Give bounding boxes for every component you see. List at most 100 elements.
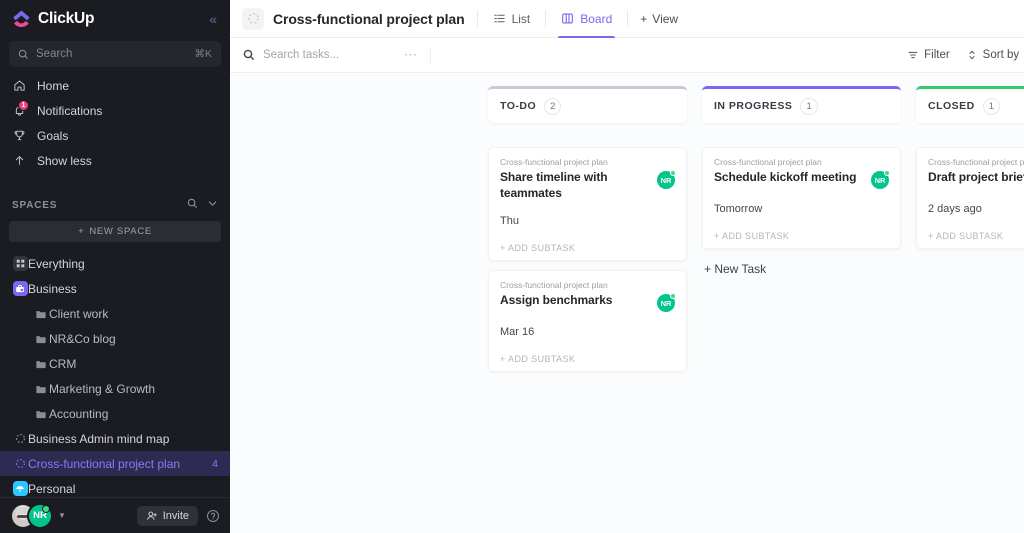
task-assignee-avatar[interactable]: NR [657,294,675,312]
sidebar-search-input[interactable]: Search ⌘K [9,41,221,67]
add-subtask-button[interactable]: + ADD SUBTASK [500,243,675,253]
sidebar-item-show-less[interactable]: Show less [0,148,230,173]
folder-icon [33,308,49,320]
board-view-icon [561,12,574,25]
new-task-button[interactable]: + New Task [702,258,901,280]
column-header[interactable]: CLOSED1 [916,86,1024,123]
sidebar-item-home[interactable]: Home [0,73,230,98]
column-header[interactable]: TO-DO2 [488,86,687,123]
add-view-button[interactable]: + View [640,12,678,26]
column-header[interactable]: IN PROGRESS1 [702,86,901,123]
sidebar-header: ClickUp « [0,0,230,38]
sidebar-item-label: Show less [37,154,92,168]
task-card[interactable]: Cross-functional project planDraft proje… [916,147,1024,249]
divider [430,47,431,64]
column-count: 1 [983,98,1000,115]
search-options-ellipsis-icon[interactable]: ⋯ [404,47,418,63]
board-columns: TO-DO2 Cross-functional project plan Share… [230,73,1024,533]
add-subtask-button[interactable]: + ADD SUBTASK [714,231,889,241]
online-status-dot [42,505,50,513]
filter-label: Filter [924,49,950,61]
avatar: NR [27,503,53,529]
spaces-search-icon[interactable] [187,196,198,214]
task-assignee-avatar[interactable]: NR [871,171,889,189]
loading-spinner-icon [242,8,264,30]
sidebar-search-placeholder: Search [36,48,187,60]
sidebar-item-label: Cross-functional project plan [28,457,180,471]
sidebar-item-label: NR&Co blog [49,332,116,346]
add-subtask-button[interactable]: + ADD SUBTASK [500,354,675,364]
sidebar-item-cross-functional-project-plan[interactable]: Cross-functional project plan4 [0,451,230,476]
board-column: TO-DO2 Cross-functional project plan Share… [488,86,687,533]
task-title: Assign benchmarks [500,293,651,309]
folder-icon [33,333,49,345]
sidebar: ClickUp « Search ⌘K Home 1 [0,0,230,533]
online-status-dot [884,170,890,176]
board-column: CLOSED1 Cross-functional project planDraf… [916,86,1024,533]
online-status-dot [670,293,676,299]
arrow-up-icon [12,154,27,167]
umbrella-icon [12,481,28,496]
page-title: Cross-functional project plan [273,11,465,27]
sidebar-item-notifications[interactable]: 1 Notifications [0,98,230,123]
divider [477,10,478,27]
sidebar-item-label: CRM [49,357,76,371]
add-subtask-button[interactable]: + ADD SUBTASK [928,231,1024,241]
sidebar-item-marketing-growth[interactable]: Marketing & Growth [0,376,230,401]
divider [627,10,628,27]
task-assignee-avatar[interactable]: NR [657,171,675,189]
sidebar-item-label: Personal [28,482,75,496]
sort-by-label: Sort by [983,49,1019,61]
sort-icon [966,49,978,61]
task-card[interactable]: Cross-functional project planAssign benc… [488,270,687,372]
tab-board[interactable]: Board [558,0,615,38]
column-count: 2 [544,98,561,115]
sidebar-item-client-work[interactable]: Client work [0,301,230,326]
account-chevron-down-icon[interactable]: ▼ [58,511,66,520]
task-breadcrumb: Cross-functional project plan [714,157,889,167]
task-card[interactable]: Cross-functional project plan Schedule ki… [702,147,901,249]
help-button[interactable] [206,509,220,523]
filter-buttons: Filter Sort by Group by: Status [900,44,1024,66]
sort-by-button[interactable]: Sort by [959,45,1024,65]
task-due-date: Tomorrow [714,203,889,215]
new-space-button[interactable]: + NEW SPACE [9,221,221,242]
sidebar-item-goals[interactable]: Goals [0,123,230,148]
spaces-section-header: SPACES [0,196,230,214]
filter-button[interactable]: Filter [900,45,957,65]
list-icon [12,458,28,469]
sidebar-item-label: Everything [28,257,85,271]
plus-icon: + [78,226,84,237]
sidebar-item-nr-co-blog[interactable]: NR&Co blog [0,326,230,351]
new-space-label: NEW SPACE [89,226,152,237]
sidebar-item-label: Home [37,79,69,93]
avatar-stack[interactable]: NR [10,503,56,529]
avatar-initials: NR [661,299,672,308]
task-title: Share timeline with teammates [500,170,651,201]
avatar-initials: NR [875,176,886,185]
search-tasks-input[interactable]: Search tasks... ⋯ [243,47,418,63]
sidebar-item-accounting[interactable]: Accounting [0,401,230,426]
sidebar-item-business-admin-mind-map[interactable]: Business Admin mind map [0,426,230,451]
sidebar-item-everything[interactable]: Everything [0,251,230,276]
task-card[interactable]: Cross-functional project plan Share timel… [488,147,687,261]
tab-list[interactable]: List [490,0,534,38]
bell-icon: 1 [12,104,27,117]
online-status-dot [670,170,676,176]
search-shortcut: ⌘K [194,48,212,60]
list-icon [12,433,28,444]
sidebar-item-label: Accounting [49,407,108,421]
spaces-chevron-down-icon[interactable] [207,196,218,214]
collapse-sidebar-icon[interactable]: « [206,10,220,28]
sidebar-item-crm[interactable]: CRM [0,351,230,376]
folder-icon [33,383,49,395]
tab-label: List [512,12,531,26]
divider [545,10,546,27]
task-title: Schedule kickoff meeting [714,170,865,186]
invite-button[interactable]: Invite [137,506,198,526]
trophy-icon [12,129,27,142]
avatar-initials: NR [661,176,672,185]
task-breadcrumb: Cross-functional project plan [500,157,675,167]
sidebar-item-business[interactable]: Business [0,276,230,301]
board-column: IN PROGRESS1 Cross-functional project pla… [702,86,901,533]
